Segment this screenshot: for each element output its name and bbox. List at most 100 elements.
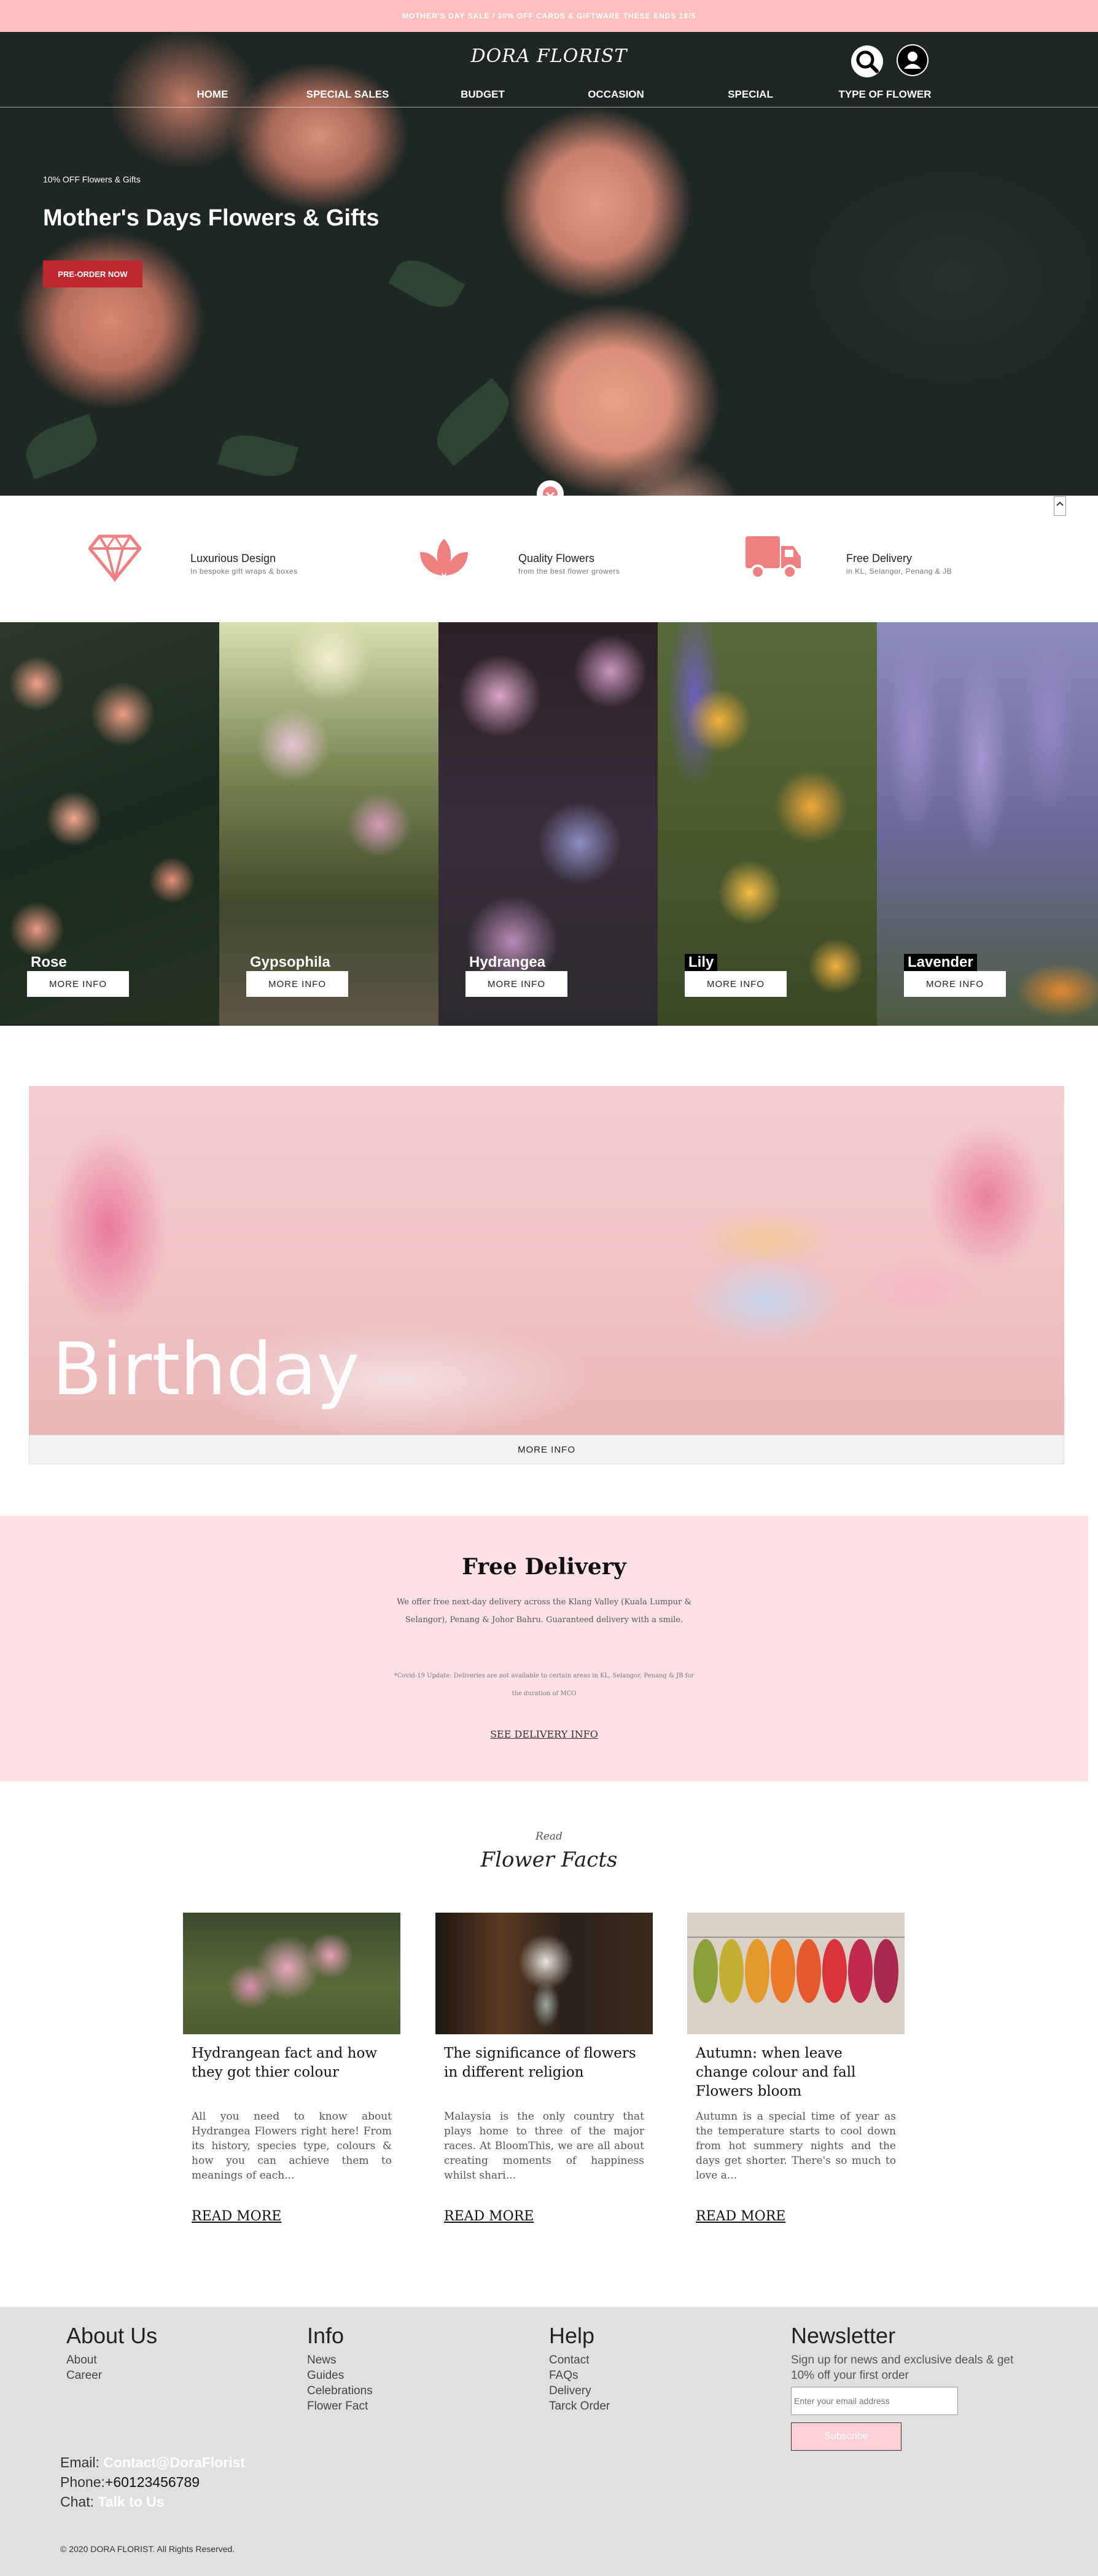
flower-types-grid: Rose MORE INFO Gypsophila MORE INFO Hydr… [0, 622, 1098, 1026]
contact-chat: Chat: Talk to Us [60, 2494, 165, 2510]
nav-special-sales[interactable]: SPECIAL SALES [306, 88, 389, 101]
leaves-illustration [687, 1937, 905, 2003]
scroll-down-button[interactable] [537, 480, 564, 496]
delivery-title: Free Delivery [462, 1554, 626, 1580]
delivery-body: We offer free next-day delivery across t… [397, 1598, 691, 1625]
gypsophila-more-info-button[interactable]: MORE INFO [246, 971, 348, 997]
flower-card-hydrangea[interactable]: Hydrangea MORE INFO [438, 622, 658, 1026]
nav-occasion[interactable]: OCCASION [588, 88, 644, 101]
diamond-icon [88, 534, 141, 582]
flower-name: Hydrangea [469, 954, 546, 970]
fact-card-title[interactable]: Hydrangean fact and how they got thier c… [192, 2044, 394, 2082]
contact-label: Chat: [60, 2494, 94, 2510]
footer-link-career[interactable]: Career [66, 2368, 157, 2383]
search-icon[interactable] [851, 45, 883, 77]
leaf-decoration [19, 413, 104, 480]
fact-card-excerpt: Autumn is a special time of year as the … [696, 2110, 896, 2182]
footer-link-celebrations[interactable]: Celebrations [307, 2383, 373, 2398]
talk-to-us-link[interactable]: Talk to Us [98, 2494, 164, 2510]
autumn-leaves-image[interactable] [687, 1913, 905, 2034]
contact-phone: Phone:+60123456789 [60, 2474, 200, 2491]
contact-phone-value[interactable]: +60123456789 [105, 2474, 200, 2490]
back-to-top-button[interactable] [1054, 496, 1066, 516]
contact-email: Email: Contact@DoraFlorist [60, 2454, 245, 2471]
facts-eyebrow: Read [535, 1830, 563, 1843]
footer-link-delivery[interactable]: Delivery [549, 2383, 610, 2398]
fact-card-title[interactable]: Autumn: when leave change colour and fal… [696, 2044, 898, 2101]
footer-heading: About Us [66, 2323, 158, 2348]
hero-subtitle: 10% OFF Flowers & Gifts [43, 174, 141, 184]
footer-link-guides[interactable]: Guides [307, 2368, 373, 2383]
site-footer: About Us About Career Info News Guides C… [0, 2307, 1098, 2576]
pre-order-button[interactable]: PRE-ORDER NOW [43, 260, 142, 287]
feature-subtitle: from the best flower growers [518, 567, 620, 576]
footer-link-contact[interactable]: Contact [549, 2352, 610, 2368]
footer-info-column: Info News Guides Celebrations Flower Fac… [307, 2323, 373, 2414]
footer-heading: Newsletter [791, 2323, 896, 2348]
read-more-link[interactable]: READ MORE [696, 2209, 785, 2224]
truck-icon [746, 536, 801, 579]
hero-title: Mother's Days Flowers & Gifts [43, 205, 380, 231]
see-delivery-info-link[interactable]: SEE DELIVERY INFO [0, 1728, 1088, 1740]
contact-email-link[interactable]: Contact@DoraFlorist [103, 2454, 245, 2470]
flower-name: Gypsophila [250, 954, 330, 970]
contact-label: Email: [60, 2454, 99, 2470]
promo-bar: MOTHER'S DAY SALE / 30% OFF CARDS & GIFT… [0, 0, 1098, 32]
rose-more-info-button[interactable]: MORE INFO [27, 971, 129, 997]
feature-subtitle: in KL, Selangor, Penang & JB [846, 567, 952, 576]
flower-card-lily[interactable]: Lily MORE INFO [658, 622, 877, 1026]
birthday-more-info-button[interactable]: MORE INFO [29, 1435, 1064, 1464]
user-icon[interactable] [897, 44, 929, 76]
feature-title: Free Delivery [846, 552, 913, 564]
facts-title: Flower Facts [480, 1848, 618, 1872]
fact-card-excerpt: Malaysia is the only country that plays … [444, 2110, 644, 2182]
delivery-covid-note: *Covid-19 Update: Deliveries are not ava… [394, 1672, 695, 1697]
lily-more-info-button[interactable]: MORE INFO [685, 971, 787, 997]
flower-card-rose[interactable]: Rose MORE INFO [0, 622, 219, 1026]
footer-heading: Help [549, 2323, 595, 2348]
feature-title: Luxurious Design [190, 552, 276, 564]
features-section: Luxurious Design In bespoke gift wraps &… [0, 496, 1098, 622]
footer-link-about[interactable]: About [66, 2352, 157, 2368]
subscribe-button[interactable]: Subscribe [791, 2422, 901, 2451]
site-logo[interactable]: DORA FLORIST [0, 45, 1098, 67]
leaf-decoration [217, 428, 298, 483]
fact-card-title[interactable]: The significance of flowers in different… [444, 2044, 647, 2082]
flower-name: Lily [685, 954, 718, 971]
birthday-title: Birthday [52, 1327, 360, 1411]
footer-newsletter-column: Newsletter Sign up for news and exclusiv… [791, 2323, 1037, 2451]
footer-link-flower-fact[interactable]: Flower Fact [307, 2398, 373, 2414]
newsletter-email-input[interactable] [791, 2387, 958, 2415]
birthday-banner[interactable]: Birthday [29, 1086, 1064, 1435]
chevron-down-icon [543, 486, 558, 496]
lotus-icon [420, 539, 468, 576]
flower-name: Rose [31, 954, 67, 970]
feature-title: Quality Flowers [518, 552, 595, 564]
flower-card-gypsophila[interactable]: Gypsophila MORE INFO [219, 622, 438, 1026]
free-delivery-section: Free Delivery We offer free next-day del… [0, 1516, 1088, 1781]
feature-subtitle: In bespoke gift wraps & boxes [190, 567, 298, 576]
chevron-up-icon [1056, 501, 1064, 506]
copyright: © 2020 DORA FLORIST. All Rights Reserved… [60, 2544, 235, 2554]
gypsophila-vase-image[interactable] [435, 1913, 653, 2034]
read-more-link[interactable]: READ MORE [192, 2209, 281, 2224]
fact-card-excerpt: All you need to know about Hydrangea Flo… [192, 2110, 392, 2182]
nav-special[interactable]: SPECIAL [728, 88, 773, 101]
hydrangea-image[interactable] [183, 1913, 400, 2034]
footer-link-news[interactable]: News [307, 2352, 373, 2368]
footer-about-column: About Us About Career [66, 2323, 157, 2383]
footer-heading: Info [307, 2323, 345, 2348]
main-nav: HOME SPECIAL SALES BUDGET OCCASION SPECI… [0, 88, 1098, 103]
nav-type-of-flower[interactable]: TYPE OF FLOWER [838, 88, 931, 101]
nav-budget[interactable]: BUDGET [461, 88, 505, 101]
footer-link-track-order[interactable]: Tarck Order [549, 2398, 610, 2414]
footer-link-faqs[interactable]: FAQs [549, 2368, 610, 2383]
flower-card-lavender[interactable]: Lavender MORE INFO [877, 622, 1098, 1026]
read-more-link[interactable]: READ MORE [444, 2209, 534, 2224]
newsletter-text: Sign up for news and exclusive deals & g… [791, 2354, 1014, 2382]
footer-help-column: Help Contact FAQs Delivery Tarck Order [549, 2323, 610, 2414]
lavender-more-info-button[interactable]: MORE INFO [904, 971, 1006, 997]
nav-home[interactable]: HOME [197, 88, 228, 101]
leaf-decoration [426, 378, 520, 466]
hydrangea-more-info-button[interactable]: MORE INFO [465, 971, 567, 997]
